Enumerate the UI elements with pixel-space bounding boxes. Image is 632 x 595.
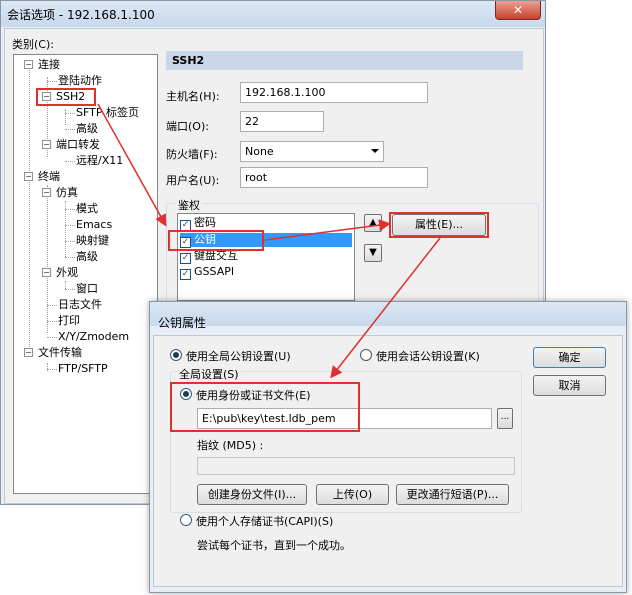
use-global-radio[interactable]: 使用全局公钥设置(U) bbox=[170, 348, 291, 364]
auth-item-password[interactable]: ✓ 密码 bbox=[180, 216, 352, 231]
annotation-box-properties bbox=[389, 212, 489, 238]
auth-item-label: 密码 bbox=[194, 216, 216, 229]
collapse-icon[interactable]: − bbox=[42, 188, 51, 197]
use-session-label: 使用会话公钥设置(K) bbox=[376, 350, 480, 363]
title-bar: 会话选项 - 192.168.1.100 ✕ bbox=[1, 1, 545, 27]
fingerprint-field bbox=[197, 457, 515, 475]
auth-method-list[interactable]: ✓ 密码 ✓ 公钥 ✓ 键盘交互 ✓ GSSAPI bbox=[177, 213, 355, 301]
dialog-title: 公钥属性 bbox=[158, 316, 207, 330]
category-label: 类别(C): bbox=[12, 38, 54, 51]
radio-unselected-icon[interactable] bbox=[180, 514, 192, 526]
tree-item-ssh2-advanced[interactable]: 高级 bbox=[76, 122, 98, 136]
dialog-title-bar: 公钥属性 bbox=[150, 302, 626, 330]
tree-item-emacs[interactable]: Emacs bbox=[76, 218, 112, 232]
firewall-label: 防火墙(F): bbox=[166, 148, 218, 161]
annotation-box-ssh2 bbox=[36, 88, 96, 106]
port-input[interactable]: 22 bbox=[240, 111, 324, 132]
tree-item-window[interactable]: 窗口 bbox=[76, 282, 98, 296]
category-tree[interactable]: − 连接 登陆动作 − SSH2 SFTP 标签页 高级 − 端口转发 远程/X… bbox=[13, 54, 158, 494]
try-each-cert-text: 尝试每个证书，直到一个成功。 bbox=[197, 539, 351, 552]
collapse-icon[interactable]: − bbox=[24, 348, 33, 357]
port-label: 端口(O): bbox=[166, 120, 209, 133]
checkbox-checked-icon[interactable]: ✓ bbox=[180, 253, 191, 264]
collapse-icon[interactable]: − bbox=[42, 140, 51, 149]
radio-selected-icon[interactable] bbox=[170, 349, 182, 361]
upload-button[interactable]: 上传(O) bbox=[316, 484, 389, 505]
checkbox-checked-icon[interactable]: ✓ bbox=[180, 269, 191, 280]
use-session-radio[interactable]: 使用会话公钥设置(K) bbox=[360, 348, 480, 364]
hostname-label: 主机名(H): bbox=[166, 90, 220, 103]
use-capi-radio[interactable]: 使用个人存储证书(CAPI)(S) bbox=[180, 513, 333, 529]
auth-item-label: GSSAPI bbox=[194, 265, 235, 278]
ok-button[interactable]: 确定 bbox=[533, 347, 606, 368]
collapse-icon[interactable]: − bbox=[42, 268, 51, 277]
tree-item-ftp-sftp[interactable]: FTP/SFTP bbox=[58, 362, 108, 376]
create-identity-button[interactable]: 创建身份文件(I)... bbox=[197, 484, 307, 505]
tree-item-log-file[interactable]: 日志文件 bbox=[58, 298, 102, 312]
username-label: 用户名(U): bbox=[166, 174, 220, 187]
auth-item-gssapi[interactable]: ✓ GSSAPI bbox=[180, 265, 352, 280]
chevron-down-icon bbox=[371, 149, 379, 153]
firewall-value: None bbox=[245, 145, 274, 158]
username-input[interactable]: root bbox=[240, 167, 428, 188]
tree-item-connection[interactable]: 连接 bbox=[38, 58, 60, 72]
window-title: 会话选项 - 192.168.1.100 bbox=[7, 8, 155, 22]
tree-item-mapped-keys[interactable]: 映射键 bbox=[76, 234, 109, 248]
annotation-box-publickey bbox=[168, 230, 264, 251]
firewall-select[interactable]: None bbox=[240, 141, 384, 162]
tree-item-appearance[interactable]: 外观 bbox=[56, 266, 78, 280]
tree-item-port-forward[interactable]: 端口转发 bbox=[56, 138, 100, 152]
tree-item-xyzmodem[interactable]: X/Y/Zmodem bbox=[58, 330, 129, 344]
collapse-icon[interactable]: − bbox=[24, 172, 33, 181]
auth-group-label: 鉴权 bbox=[176, 197, 202, 213]
hostname-input[interactable]: 192.168.1.100 bbox=[240, 82, 428, 103]
global-settings-label: 全局设置(S) bbox=[177, 366, 241, 382]
use-capi-label: 使用个人存储证书(CAPI)(S) bbox=[196, 515, 334, 528]
tree-item-print[interactable]: 打印 bbox=[58, 314, 80, 328]
tree-item-file-transfer[interactable]: 文件传输 bbox=[38, 346, 82, 360]
tree-item-login-actions[interactable]: 登陆动作 bbox=[58, 74, 102, 88]
tree-item-remote-x11[interactable]: 远程/X11 bbox=[76, 154, 123, 168]
close-button[interactable]: ✕ bbox=[495, 1, 541, 20]
tree-item-emulation[interactable]: 仿真 bbox=[56, 186, 78, 200]
cancel-button[interactable]: 取消 bbox=[533, 375, 606, 396]
fingerprint-label: 指纹 (MD5) : bbox=[197, 439, 264, 452]
move-up-button[interactable]: ▲ bbox=[364, 214, 382, 232]
tree-item-sftp-tab[interactable]: SFTP 标签页 bbox=[76, 106, 139, 120]
tree-item-terminal[interactable]: 终端 bbox=[38, 170, 60, 184]
radio-unselected-icon[interactable] bbox=[360, 349, 372, 361]
tree-item-terminal-advanced[interactable]: 高级 bbox=[76, 250, 98, 264]
change-passphrase-button[interactable]: 更改通行短语(P)... bbox=[396, 484, 509, 505]
collapse-icon[interactable]: − bbox=[24, 60, 33, 69]
use-global-label: 使用全局公钥设置(U) bbox=[186, 350, 291, 363]
browse-button[interactable]: ... bbox=[497, 408, 513, 429]
annotation-box-identity-file bbox=[170, 382, 360, 432]
ssh2-section-header: SSH2 bbox=[166, 51, 523, 70]
auth-item-keyboard-interactive[interactable]: ✓ 键盘交互 bbox=[180, 249, 352, 264]
move-down-button[interactable]: ▼ bbox=[364, 244, 382, 262]
tree-item-modes[interactable]: 模式 bbox=[76, 202, 98, 216]
